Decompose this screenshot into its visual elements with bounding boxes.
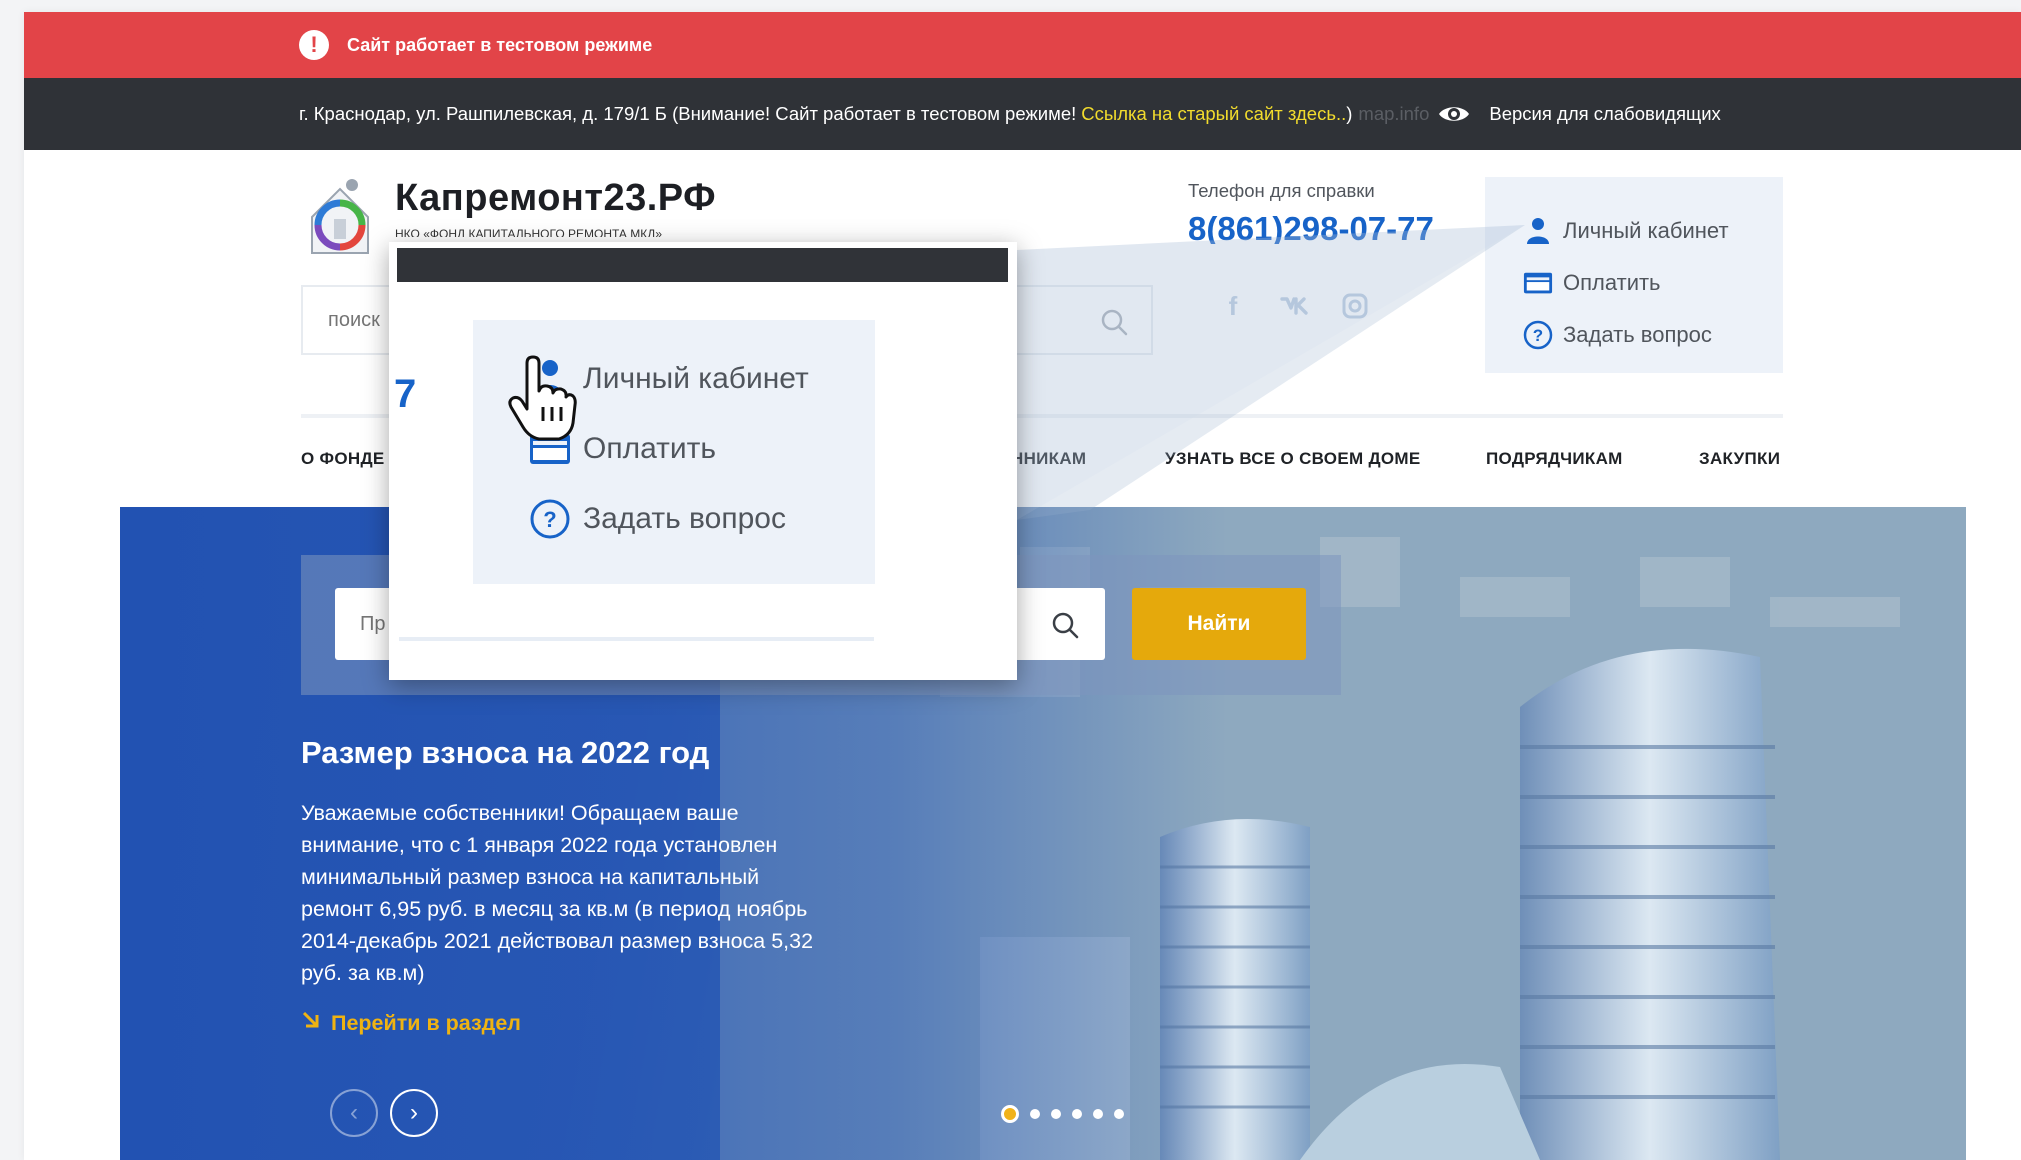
go-to-section-link[interactable]: Перейти в раздел: [301, 1010, 521, 1036]
svg-text:?: ?: [1533, 326, 1543, 345]
zoom-pay-label: Оплатить: [583, 432, 716, 465]
pay-label: Оплатить: [1563, 270, 1661, 295]
zoom-ask-question-label: Задать вопрос: [583, 502, 786, 535]
slide-dot[interactable]: [1093, 1109, 1103, 1119]
eye-icon[interactable]: [1437, 102, 1471, 126]
prev-slide-button[interactable]: ‹: [330, 1089, 378, 1137]
slide-dot[interactable]: [1072, 1109, 1082, 1119]
user-icon: [1523, 216, 1553, 246]
fund-logo[interactable]: [304, 177, 376, 259]
personal-account-link[interactable]: Личный кабинет: [1523, 216, 1729, 246]
phone-label: Телефон для справки: [1188, 180, 1375, 201]
vk-icon[interactable]: [1277, 288, 1313, 324]
nav-about[interactable]: О ФОНДЕ: [301, 449, 385, 469]
go-to-section-label: Перейти в раздел: [331, 1010, 521, 1035]
zoom-divider: [399, 637, 874, 641]
mapinfo-text: map.info: [1358, 103, 1430, 124]
nav-purchases[interactable]: ЗАКУПКИ: [1699, 449, 1780, 469]
slide-dot[interactable]: [1114, 1109, 1124, 1119]
nav-house-info[interactable]: УЗНАТЬ ВСЕ О СВОЕМ ДОМЕ: [1165, 449, 1420, 469]
slide-dot[interactable]: [1051, 1109, 1061, 1119]
svg-text:?: ?: [543, 507, 556, 532]
question-circle-icon: ?: [1523, 320, 1553, 350]
zoom-dark-bar: [397, 248, 1008, 282]
alert-text: Сайт работает в тестовом режиме: [347, 34, 653, 55]
brand-subtitle: НКО «ФОНД КАПИТАЛЬНОГО РЕМОНТА МКД»: [395, 227, 663, 237]
search-icon[interactable]: [1050, 610, 1080, 640]
slider-dots: [1001, 1105, 1135, 1123]
nav-owners[interactable]: ННИКАМ: [1011, 449, 1086, 469]
personal-account-label: Личный кабинет: [1563, 218, 1729, 243]
slide-text: Уважаемые собственники! Обращаем ваше вн…: [301, 801, 814, 985]
search-icon[interactable]: [1099, 307, 1129, 337]
ask-question-label: Задать вопрос: [1563, 322, 1712, 347]
find-button[interactable]: Найти: [1132, 588, 1306, 660]
test-mode-alert: ! Сайт работает в тестовом режиме: [24, 12, 2021, 78]
hand-cursor-icon: [508, 355, 577, 441]
address-text: г. Краснодар, ул. Рашпилевская, д. 179/1…: [299, 103, 1077, 124]
slide-dot[interactable]: [1001, 1105, 1019, 1123]
pay-link[interactable]: Оплатить: [1523, 268, 1661, 298]
page: ! Сайт работает в тестовом режиме г. Кра…: [24, 12, 2021, 1160]
next-slide-button[interactable]: ›: [390, 1089, 438, 1137]
zoom-callout: 7 Личный кабинет Оплатить ? Задать вопро…: [389, 242, 1017, 680]
old-site-link[interactable]: Ссылка на старый сайт здесь..: [1081, 103, 1346, 125]
address-close-paren: ): [1346, 103, 1353, 124]
phone-number[interactable]: 8(861)298-07-77: [1188, 210, 1434, 244]
zoom-phone-fragment: 7: [394, 372, 417, 416]
account-panel: Личный кабинет Оплатить ? Задать вопрос: [1485, 177, 1783, 373]
question-circle-icon: ?: [529, 498, 571, 540]
exclamation-icon: !: [299, 30, 329, 60]
zoom-ask-question-link[interactable]: ? Задать вопрос: [529, 498, 786, 540]
nav-contractors[interactable]: ПОДРЯДЧИКАМ: [1486, 449, 1623, 469]
slide-dot[interactable]: [1030, 1109, 1040, 1119]
zoom-personal-account-label: Личный кабинет: [583, 362, 809, 395]
brand-title[interactable]: Капремонт23.РФ: [395, 177, 716, 220]
facebook-icon[interactable]: f: [1215, 288, 1251, 324]
info-bar: г. Краснодар, ул. Рашпилевская, д. 179/1…: [24, 78, 2021, 150]
accessibility-link[interactable]: Версия для слабовидящих: [1489, 103, 1720, 125]
credit-card-icon: [1523, 268, 1553, 298]
arrow-down-right-icon: [301, 1010, 321, 1036]
instagram-icon[interactable]: [1337, 288, 1373, 324]
ask-question-link[interactable]: ? Задать вопрос: [1523, 320, 1712, 350]
slide-title: Размер взноса на 2022 год: [301, 735, 710, 770]
